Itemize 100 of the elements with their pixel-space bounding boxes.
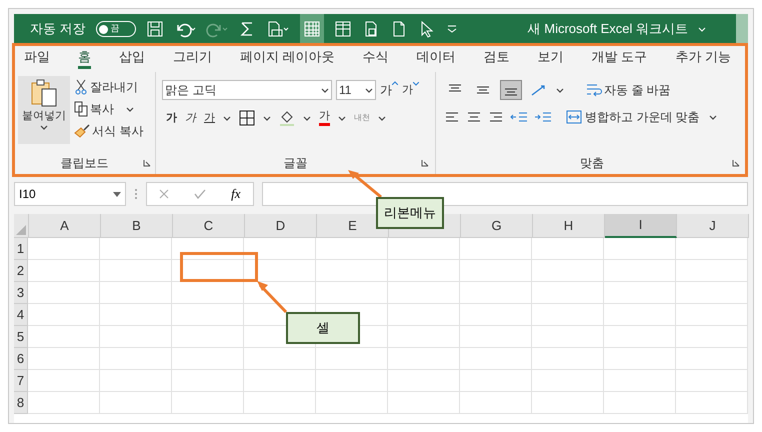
grid-cell[interactable] xyxy=(676,348,748,370)
grid-cell[interactable] xyxy=(28,282,100,304)
grid-cell[interactable] xyxy=(100,392,172,414)
grid-cell[interactable] xyxy=(532,238,604,260)
grid-cell[interactable] xyxy=(28,260,100,282)
row-header[interactable]: 7 xyxy=(14,370,28,392)
grid-cell[interactable] xyxy=(172,392,244,414)
grid-cell[interactable] xyxy=(460,326,532,348)
grid-cell[interactable] xyxy=(532,370,604,392)
grid-cell[interactable] xyxy=(244,238,316,260)
grid-cell[interactable] xyxy=(604,392,676,414)
grid-cell[interactable] xyxy=(604,304,676,326)
row-header[interactable]: 1 xyxy=(14,238,28,260)
ribbon-tab[interactable]: 그리기 xyxy=(173,47,212,69)
cancel-icon[interactable] xyxy=(159,189,170,199)
grid-cell[interactable] xyxy=(676,326,748,348)
grid-cell[interactable] xyxy=(28,348,100,370)
grid-cell[interactable] xyxy=(28,326,100,348)
grid-cell[interactable] xyxy=(388,260,460,282)
grid-cell[interactable] xyxy=(532,260,604,282)
grid-cell[interactable] xyxy=(532,392,604,414)
grid-cell[interactable] xyxy=(532,326,604,348)
grid-cell[interactable] xyxy=(604,238,676,260)
grid-cell[interactable] xyxy=(388,326,460,348)
formula-bar[interactable] xyxy=(262,182,748,206)
font-size-field[interactable]: 11 xyxy=(336,80,376,100)
grid-cell[interactable] xyxy=(388,238,460,260)
row-header[interactable]: 5 xyxy=(14,326,28,348)
grid-cell[interactable] xyxy=(172,238,244,260)
grid-cell[interactable] xyxy=(100,304,172,326)
check-icon[interactable] xyxy=(194,189,206,199)
grid-cell[interactable] xyxy=(316,282,388,304)
launcher-icon[interactable] xyxy=(421,159,429,167)
merge-center-button[interactable]: 병합하고 가운데 맞춤 xyxy=(566,108,717,126)
grid-cell[interactable] xyxy=(316,348,388,370)
ribbon-tab[interactable]: 수식 xyxy=(362,47,389,69)
borders-icon[interactable] xyxy=(239,110,255,126)
grid-cell[interactable] xyxy=(604,326,676,348)
increase-indent-icon[interactable] xyxy=(534,110,552,124)
italic-button[interactable]: 가 xyxy=(185,110,196,126)
column-header[interactable]: B xyxy=(101,214,173,238)
row-header[interactable]: 2 xyxy=(14,260,28,282)
grid-cell[interactable] xyxy=(388,370,460,392)
grid-cell[interactable] xyxy=(244,348,316,370)
column-header[interactable]: D xyxy=(245,214,317,238)
grid-cell[interactable] xyxy=(460,370,532,392)
grid-cell[interactable] xyxy=(388,392,460,414)
column-header[interactable]: J xyxy=(677,214,749,238)
decrease-font-size-button[interactable]: 가 xyxy=(402,82,419,98)
grid-cell[interactable] xyxy=(604,260,676,282)
row-header[interactable]: 3 xyxy=(14,282,28,304)
grid-cell[interactable] xyxy=(460,260,532,282)
grid-cell[interactable] xyxy=(28,392,100,414)
grid-cell[interactable] xyxy=(172,326,244,348)
paste-button[interactable]: 붙여넣기 xyxy=(18,76,70,144)
ribbon-tab[interactable]: 개발 도구 xyxy=(592,47,648,69)
grid-cell[interactable] xyxy=(676,370,748,392)
grid-cell[interactable] xyxy=(604,370,676,392)
grid-cell[interactable] xyxy=(28,238,100,260)
name-box[interactable]: I10 xyxy=(14,182,126,206)
ribbon-tab[interactable]: 홈 xyxy=(78,47,91,69)
font-name-field[interactable]: 맑은 고딕 xyxy=(162,80,332,100)
grid-cell[interactable] xyxy=(100,238,172,260)
decrease-indent-icon[interactable] xyxy=(510,110,528,124)
grid-cell[interactable] xyxy=(316,392,388,414)
grid-cell[interactable] xyxy=(460,304,532,326)
ribbon-tab[interactable]: 페이지 레이아웃 xyxy=(240,47,335,69)
grid-cell[interactable] xyxy=(28,304,100,326)
cut-button[interactable]: 잘라내기 xyxy=(74,78,144,96)
grid-cell[interactable] xyxy=(532,304,604,326)
grid-cell[interactable] xyxy=(100,370,172,392)
grid-cell[interactable] xyxy=(604,282,676,304)
row-header[interactable]: 4 xyxy=(14,304,28,326)
grid-cell[interactable] xyxy=(244,370,316,392)
column-header[interactable]: I xyxy=(605,214,677,238)
align-icon[interactable] xyxy=(488,110,504,124)
grid-cell[interactable] xyxy=(100,282,172,304)
grid-cell[interactable] xyxy=(460,238,532,260)
grid-cell[interactable] xyxy=(604,348,676,370)
copy-button[interactable]: 복사 xyxy=(74,100,144,118)
grid-cell[interactable] xyxy=(172,260,244,282)
grid-cell[interactable] xyxy=(676,260,748,282)
ribbon-tab[interactable]: 파일 xyxy=(24,47,50,69)
grid-cell[interactable] xyxy=(388,348,460,370)
launcher-icon[interactable] xyxy=(732,159,740,167)
grid-button[interactable] xyxy=(300,14,324,44)
autosave-toggle[interactable]: 끔 xyxy=(96,21,136,37)
insert-function-button[interactable]: fx xyxy=(231,184,241,204)
grid-cell[interactable] xyxy=(316,370,388,392)
ribbon-tab[interactable]: 검토 xyxy=(484,47,510,69)
grid-cell[interactable] xyxy=(388,282,460,304)
grid-cell[interactable] xyxy=(28,370,100,392)
font-color-button[interactable]: 가 xyxy=(319,110,330,126)
grid-cell[interactable] xyxy=(172,348,244,370)
grid-cell[interactable] xyxy=(532,282,604,304)
title-bar-control[interactable] xyxy=(736,14,748,44)
ribbon-tab[interactable]: 삽입 xyxy=(119,47,145,69)
align-icon[interactable] xyxy=(444,110,460,124)
save-icon[interactable] xyxy=(146,20,164,38)
ribbon-tab[interactable]: 보기 xyxy=(538,47,564,69)
